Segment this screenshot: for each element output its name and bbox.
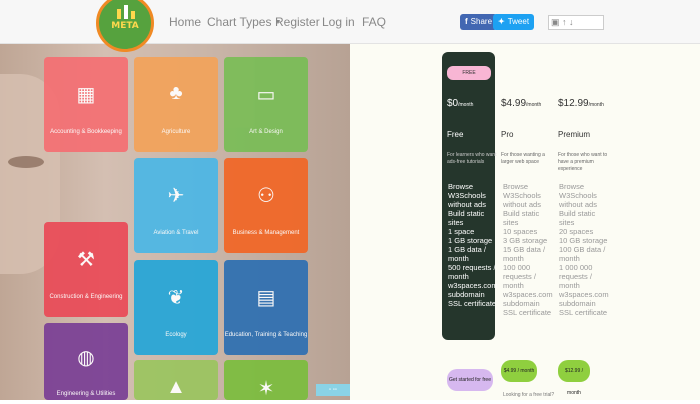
translate-widget[interactable]: ▣ ↑ ↓ bbox=[548, 15, 604, 30]
tile-label: Education, Training & Teaching bbox=[224, 332, 308, 338]
feature-item: SSL certificate bbox=[503, 308, 552, 317]
plan-name-premium: Premium bbox=[558, 130, 591, 139]
feature-item: 1 GB storage bbox=[448, 236, 493, 245]
feature-item: SSL certificate bbox=[559, 308, 608, 317]
crane-icon: ⚒ bbox=[77, 249, 95, 271]
chart-icon bbox=[117, 5, 135, 19]
category-tile[interactable]: ▭ Art & Design bbox=[224, 57, 308, 152]
price-pro: $4.99/month bbox=[501, 98, 541, 109]
buy-pro-button[interactable]: $4.99 / month bbox=[501, 360, 537, 382]
feature-item: w3spaces.com subdomain bbox=[448, 281, 498, 299]
price-premium: $12.99/month bbox=[558, 98, 604, 109]
category-tile[interactable]: ✈ Aviation & Travel bbox=[134, 158, 218, 253]
price-period: /month bbox=[458, 102, 474, 108]
category-tile[interactable]: ◍ Engineering & Utilities bbox=[44, 323, 128, 400]
feature-list-pro: Browse W3Schools without ads Build stati… bbox=[503, 182, 553, 317]
plan-name-free: Free bbox=[447, 130, 464, 139]
category-tile[interactable]: ✶ bbox=[224, 360, 308, 400]
feature-item: 10 GB storage bbox=[559, 236, 608, 245]
plan-name-pro: Pro bbox=[501, 130, 514, 139]
feature-item: 500 requests / month bbox=[448, 263, 496, 281]
translate-icon: ▣ ↑ ↓ bbox=[551, 17, 574, 27]
nav-chart-types-label: Chart Types bbox=[207, 15, 272, 29]
nav-chart-types[interactable]: Chart Types ▼ bbox=[207, 15, 281, 29]
twitter-icon: ✦ bbox=[498, 17, 505, 26]
category-tile[interactable]: ▦ Accounting & Bookkeeping bbox=[44, 57, 128, 152]
free-badge: FREE bbox=[447, 66, 491, 80]
tile-label: Art & Design bbox=[249, 129, 283, 135]
category-tile[interactable]: ♣ Agriculture bbox=[134, 57, 218, 152]
feature-list-premium: Browse W3Schools without ads Build stati… bbox=[559, 182, 609, 317]
twitter-tweet-label: Tweet bbox=[507, 17, 530, 26]
category-tile[interactable]: ▤ Education, Training & Teaching bbox=[224, 260, 308, 355]
feature-item: 20 spaces bbox=[559, 227, 594, 236]
feature-item: Browse W3Schools without ads bbox=[503, 182, 541, 209]
nav-home[interactable]: Home bbox=[169, 15, 201, 29]
plan-desc-pro: For those wanting a larger web space bbox=[501, 152, 545, 165]
feature-item: 1 space bbox=[448, 227, 475, 236]
feature-item: Build static sites bbox=[559, 209, 596, 227]
tile-label: Ecology bbox=[165, 332, 187, 338]
feature-item: SSL certificate bbox=[448, 299, 497, 308]
category-tile[interactable]: ⚒ Construction & Engineering bbox=[44, 222, 128, 317]
feature-item: 100 GB data / month bbox=[559, 245, 606, 263]
feature-item: Browse W3Schools without ads bbox=[448, 182, 486, 209]
scroll-indicator[interactable]: ▫ ▫▫ bbox=[316, 384, 350, 396]
nav-login[interactable]: Log in bbox=[322, 15, 355, 29]
tree-icon: ▲ bbox=[166, 376, 186, 398]
feature-item: 1 GB data / month bbox=[448, 245, 486, 263]
feature-item: 10 spaces bbox=[503, 227, 538, 236]
plant-icon: ♣ bbox=[169, 82, 183, 104]
category-tile[interactable]: ❦ Ecology bbox=[134, 260, 218, 355]
ledger-icon: ▦ bbox=[76, 84, 96, 106]
leaf-icon: ❦ bbox=[167, 287, 185, 309]
price-value: $12.99 bbox=[558, 98, 589, 109]
feature-item: Build static sites bbox=[503, 209, 540, 227]
airplane-icon: ✈ bbox=[167, 185, 185, 207]
feature-item: w3spaces.com subdomain bbox=[559, 290, 609, 308]
plan-desc-free: For learners who want ads-free tutorials bbox=[447, 152, 497, 165]
people-icon: ⚇ bbox=[257, 185, 275, 207]
footnote-text: Looking for a free trial? bbox=[503, 392, 555, 398]
category-tile[interactable]: ⚇ Business & Management bbox=[224, 158, 308, 253]
runner-icon: ✶ bbox=[257, 378, 275, 400]
nav-faq[interactable]: FAQ bbox=[362, 15, 386, 29]
tile-label: Construction & Engineering bbox=[49, 294, 123, 300]
feature-list-free: Browse W3Schools without ads Build stati… bbox=[448, 182, 498, 308]
feature-item: 3 GB storage bbox=[503, 236, 548, 245]
tile-label: Agriculture bbox=[161, 129, 191, 135]
tile-label: Accounting & Bookkeeping bbox=[50, 129, 122, 135]
globe-icon: ◍ bbox=[77, 347, 95, 369]
facebook-share-label: Share bbox=[470, 17, 493, 26]
twitter-tweet-button[interactable]: ✦ Tweet bbox=[493, 14, 535, 30]
price-period: /month bbox=[588, 102, 604, 108]
top-navbar: META Home Chart Types ▼ Register Log in F… bbox=[0, 0, 700, 52]
price-period: /month bbox=[526, 102, 542, 108]
category-tile[interactable]: ▲ bbox=[134, 360, 218, 400]
facebook-share-button[interactable]: f Share bbox=[460, 14, 498, 30]
price-value: $4.99 bbox=[501, 98, 527, 109]
monitor-icon: ▭ bbox=[256, 84, 276, 106]
facebook-icon: f bbox=[465, 17, 468, 26]
price-value: $0 bbox=[447, 98, 459, 109]
feature-item: 100 000 requests / month bbox=[503, 263, 536, 290]
background-photo-detail bbox=[8, 156, 44, 168]
plan-desc-premium: For those who want to have a premium exp… bbox=[558, 152, 608, 172]
logo-text: META bbox=[111, 21, 139, 31]
buy-premium-button[interactable]: $12.99 / month bbox=[558, 360, 590, 396]
feature-item: 15 GB data / month bbox=[503, 245, 546, 263]
tile-label: Engineering & Utilities bbox=[56, 391, 116, 397]
tile-label: Business & Management bbox=[232, 230, 300, 236]
feature-item: Browse W3Schools without ads bbox=[559, 182, 597, 209]
feature-item: 1 000 000 requests / month bbox=[559, 263, 593, 290]
feature-item: w3spaces.com subdomain bbox=[503, 290, 553, 308]
price-free: $0/month bbox=[447, 98, 473, 109]
get-started-free-button[interactable]: Get started for free bbox=[447, 369, 493, 391]
tile-label: Aviation & Travel bbox=[153, 230, 199, 236]
nav-register[interactable]: Register bbox=[275, 15, 320, 29]
feature-item: Build static sites bbox=[448, 209, 485, 227]
teacher-icon: ▤ bbox=[256, 287, 276, 309]
